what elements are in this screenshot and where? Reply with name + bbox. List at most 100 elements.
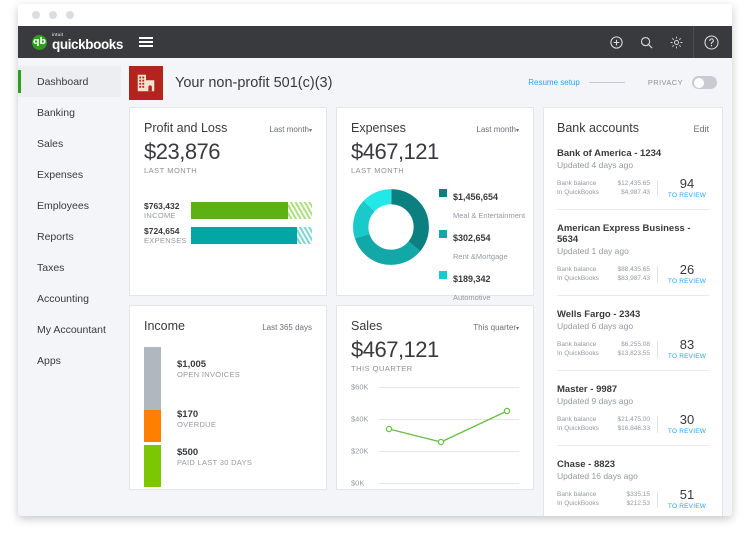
- resume-setup-link[interactable]: Resume setup: [528, 78, 580, 87]
- navbar-divider: [693, 26, 694, 58]
- income-segment-open-invoices: [144, 347, 161, 410]
- sidebar-item-label: Banking: [37, 107, 75, 119]
- search-icon[interactable]: [631, 26, 661, 58]
- in-quickbooks-label: In QuickBooks: [557, 349, 599, 358]
- chevron-down-icon: ▾: [516, 128, 519, 134]
- bank-balance-value: $21,475.00: [617, 415, 650, 424]
- chevron-down-icon: ▾: [309, 128, 312, 134]
- sidebar-item-label: Expenses: [37, 169, 83, 181]
- building-icon: [129, 66, 163, 100]
- legend-item: $170 OVERDUE: [177, 409, 216, 429]
- bank-account-divider: [657, 180, 658, 197]
- bank-account-detail: Bank balance In QuickBooks $21,475.00 $1…: [557, 413, 709, 435]
- income-period-label[interactable]: Last 365 days: [262, 323, 312, 332]
- to-review-link[interactable]: TO REVIEW: [665, 428, 709, 435]
- expenses-period-dropdown[interactable]: Last month▾: [476, 125, 519, 134]
- sidebar-item-label: Accounting: [37, 293, 89, 305]
- income-card: Income Last 365 days: [129, 305, 327, 490]
- income-header: Income Last 365 days: [144, 319, 312, 333]
- sales-period-dropdown[interactable]: This quarter▾: [473, 323, 519, 332]
- chevron-down-icon: ▾: [516, 326, 519, 332]
- legend-category: Automotive: [453, 293, 491, 302]
- bank-account-labels: Bank balance In QuickBooks: [557, 265, 599, 284]
- sidebar-item-my-accountant[interactable]: My Accountant: [18, 314, 121, 345]
- bank-account-values: $6,255.08 $13,823.55: [617, 340, 650, 359]
- browser-window: qb intuit quickbooks: [18, 4, 732, 516]
- legend-category: PAID LAST 30 DAYS: [177, 458, 252, 467]
- bank-account-row[interactable]: Master - 9987 Updated 9 days ago Bank ba…: [557, 371, 709, 446]
- bank-balance-label: Bank balance: [557, 490, 599, 499]
- sales-ytick-40k: $40K: [351, 415, 369, 424]
- bank-account-updated: Updated 6 days ago: [557, 321, 709, 331]
- bank-account-detail: Bank balance In QuickBooks $6,255.08 $13…: [557, 338, 709, 360]
- window-close-button[interactable]: [32, 11, 40, 19]
- bank-account-review[interactable]: 30 TO REVIEW: [665, 413, 709, 435]
- income-segment-paid: [144, 445, 161, 487]
- dashboard-row-2: Income Last 365 days: [129, 305, 534, 490]
- app-top-navbar: qb intuit quickbooks: [18, 26, 732, 58]
- bank-account-name: Bank of America - 1234: [557, 148, 709, 159]
- bank-balance-value: $12,435.65: [617, 179, 650, 188]
- legend-item: $1,456,654 Meal & Entertainment: [439, 187, 525, 223]
- legend-amount: $170: [177, 409, 216, 420]
- bank-account-detail: Bank balance In QuickBooks $335.15 $212.…: [557, 488, 709, 510]
- in-quickbooks-label: In QuickBooks: [557, 274, 599, 283]
- bank-account-row[interactable]: American Express Business - 5634 Updated…: [557, 210, 709, 296]
- bank-account-review[interactable]: 94 TO REVIEW: [665, 177, 709, 199]
- app-body: Dashboard Banking Sales Expenses Employe…: [18, 58, 732, 516]
- bank-account-labels: Bank balance In QuickBooks: [557, 415, 599, 434]
- to-review-count: 83: [665, 338, 709, 351]
- help-circle-icon[interactable]: [696, 26, 726, 58]
- to-review-link[interactable]: TO REVIEW: [665, 503, 709, 510]
- income-title: Income: [144, 319, 185, 333]
- sidebar-item-label: My Accountant: [37, 324, 106, 336]
- legend-category: Meal & Entertainment: [453, 211, 525, 220]
- sales-amount-caption: THIS QUARTER: [351, 364, 519, 373]
- income-stacked-bar: [144, 347, 161, 487]
- profit-loss-expenses-amount: $724,654: [144, 226, 191, 236]
- bank-account-row[interactable]: Bank of America - 1234 Updated 4 days ag…: [557, 135, 709, 210]
- bank-account-updated: Updated 1 day ago: [557, 246, 709, 256]
- sidebar-item-reports[interactable]: Reports: [18, 221, 121, 252]
- sidebar-item-apps[interactable]: Apps: [18, 345, 121, 376]
- gear-icon[interactable]: [661, 26, 691, 58]
- sidebar-item-sales[interactable]: Sales: [18, 128, 121, 159]
- quickbooks-logo[interactable]: qb intuit quickbooks: [32, 33, 123, 51]
- sidebar-item-banking[interactable]: Banking: [18, 97, 121, 128]
- bank-account-review[interactable]: 83 TO REVIEW: [665, 338, 709, 360]
- sidebar-item-dashboard[interactable]: Dashboard: [18, 66, 121, 97]
- profit-loss-bars: $763,432 INCOME: [144, 201, 312, 245]
- legend-category: OPEN INVOICES: [177, 370, 240, 379]
- setup-progress-line: [589, 82, 625, 83]
- profit-loss-expenses-fill: [191, 227, 297, 244]
- bank-account-row[interactable]: Wells Fargo - 2343 Updated 6 days ago Ba…: [557, 296, 709, 371]
- bank-account-review[interactable]: 51 TO REVIEW: [665, 488, 709, 510]
- legend-item: $1,005 OPEN INVOICES: [177, 359, 240, 379]
- sidebar-item-expenses[interactable]: Expenses: [18, 159, 121, 190]
- sidebar-item-accounting[interactable]: Accounting: [18, 283, 121, 314]
- legend-item: $302,654 Rent &Mortgage: [439, 228, 525, 264]
- in-quickbooks-value: $16,846.33: [617, 424, 650, 433]
- bank-account-review[interactable]: 26 TO REVIEW: [665, 263, 709, 285]
- to-review-count: 26: [665, 263, 709, 276]
- bank-account-row[interactable]: Chase - 8823 Updated 16 days ago Bank ba…: [557, 446, 709, 516]
- profit-loss-expenses-category: EXPENSES: [144, 236, 191, 245]
- sales-period-label: This quarter: [473, 323, 516, 332]
- quickbooks-label: quickbooks: [52, 38, 123, 52]
- to-review-link[interactable]: TO REVIEW: [665, 278, 709, 285]
- plus-circle-icon[interactable]: [601, 26, 631, 58]
- profit-loss-period-dropdown[interactable]: Last month▾: [269, 125, 312, 134]
- sidebar-item-taxes[interactable]: Taxes: [18, 252, 121, 283]
- to-review-link[interactable]: TO REVIEW: [665, 353, 709, 360]
- bank-accounts-edit-button[interactable]: Edit: [693, 124, 709, 134]
- sidebar-item-employees[interactable]: Employees: [18, 190, 121, 221]
- in-quickbooks-value: $83,987.43: [617, 274, 650, 283]
- window-minimize-button[interactable]: [49, 11, 57, 19]
- privacy-toggle[interactable]: [692, 76, 717, 89]
- hamburger-icon[interactable]: [139, 37, 153, 47]
- to-review-link[interactable]: TO REVIEW: [665, 192, 709, 199]
- profit-loss-income-track: [191, 202, 312, 219]
- bank-balance-label: Bank balance: [557, 415, 599, 424]
- profit-loss-expenses-hatch: [297, 227, 312, 244]
- window-maximize-button[interactable]: [66, 11, 74, 19]
